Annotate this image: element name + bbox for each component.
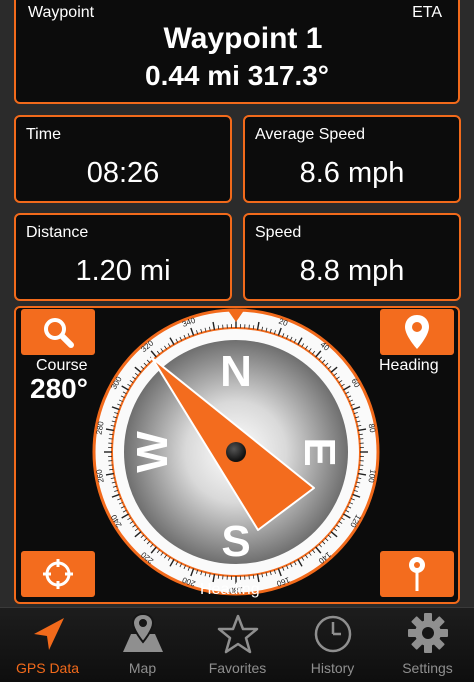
bottom-heading-label: Heading (200, 581, 260, 599)
speed-label: Speed (255, 224, 301, 242)
time-label: Time (26, 126, 61, 144)
waypoint-name: Waypoint 1 (16, 22, 458, 56)
push-pin-icon (405, 555, 429, 593)
speed-value: 8.8 mph (245, 255, 459, 288)
map-icon (121, 612, 165, 654)
tab-map[interactable]: Map (95, 612, 190, 681)
location-arrow-icon (28, 614, 68, 654)
tab-label-settings: Settings (402, 660, 453, 676)
tab-label-map: Map (129, 660, 156, 676)
tab-label-history: History (311, 660, 355, 676)
course-value: 280° (30, 373, 88, 405)
crosshair-icon (41, 557, 75, 591)
clock-icon (313, 614, 353, 654)
tab-history[interactable]: History (285, 612, 380, 681)
star-icon (217, 614, 259, 654)
time-value: 08:26 (16, 157, 230, 190)
locate-button[interactable] (21, 551, 95, 597)
map-pin-button[interactable] (380, 309, 454, 355)
time-panel[interactable]: Time 08:26 (14, 115, 232, 203)
gear-icon (407, 612, 449, 654)
average-speed-panel[interactable]: Average Speed 8.6 mph (243, 115, 461, 203)
eta-label: ETA (412, 4, 442, 22)
tab-settings[interactable]: Settings (380, 612, 474, 681)
tab-label-gps-data: GPS Data (16, 660, 79, 676)
speed-panel[interactable]: Speed 8.8 mph (243, 213, 461, 301)
average-speed-label: Average Speed (255, 126, 365, 144)
average-speed-value: 8.6 mph (245, 157, 459, 190)
tab-gps-data[interactable]: GPS Data (0, 612, 95, 681)
search-button[interactable] (21, 309, 95, 355)
distance-label: Distance (26, 224, 88, 242)
waypoint-label: Waypoint (28, 4, 94, 22)
tab-label-favorites: Favorites (209, 660, 267, 676)
tab-favorites[interactable]: Favorites (190, 612, 285, 681)
drop-pin-button[interactable] (380, 551, 454, 597)
heading-label: Heading (379, 357, 439, 375)
waypoint-distance-bearing: 0.44 mi 317.3° (16, 60, 458, 92)
search-icon (41, 315, 75, 349)
distance-value: 1.20 mi (16, 255, 230, 288)
map-pin-icon (402, 313, 432, 351)
waypoint-panel[interactable]: Waypoint ETA Waypoint 1 0.44 mi 317.3° (14, 0, 460, 104)
distance-panel[interactable]: Distance 1.20 mi (14, 213, 232, 301)
